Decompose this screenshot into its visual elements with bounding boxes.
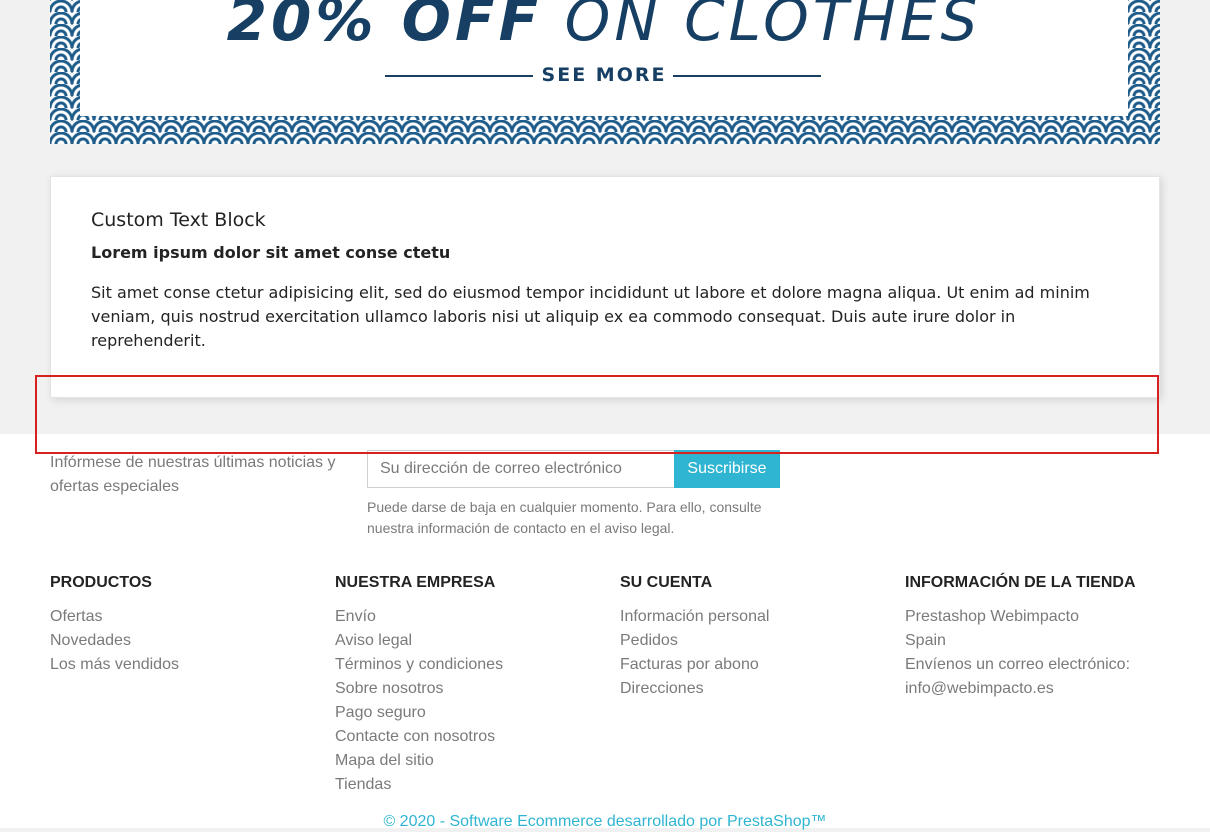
promo-banner-panel: 20% OFF ON CLOTHES SEE MORE [80, 0, 1128, 116]
store-email-link[interactable]: info@webimpacto.es [905, 677, 1136, 701]
subscribe-button[interactable]: Suscribirse [674, 450, 780, 488]
promo-headline-bold: 20% OFF [226, 0, 543, 54]
footer-column-title: INFORMACIÓN DE LA TIENDA [905, 574, 1136, 591]
footer-column-cuenta: SU CUENTA Información personal Pedidos F… [620, 573, 769, 701]
footer-column-title: NUESTRA EMPRESA [335, 574, 496, 591]
footer-link[interactable]: Los más vendidos [50, 653, 179, 677]
footer-link[interactable]: Aviso legal [335, 629, 503, 653]
footer-link[interactable]: Envío [335, 605, 503, 629]
footer-link[interactable]: Ofertas [50, 605, 179, 629]
promo-headline: 20% OFF ON CLOTHES [80, 0, 1128, 54]
store-country: Spain [905, 632, 946, 649]
footer-link[interactable]: Mapa del sitio [335, 749, 503, 773]
footer-link[interactable]: Sobre nosotros [335, 677, 503, 701]
footer-column-tienda: INFORMACIÓN DE LA TIENDA Prestashop Webi… [905, 573, 1136, 701]
footer-link[interactable]: Facturas por abono [620, 653, 769, 677]
newsletter-note: Puede darse de baja en cualquier momento… [367, 499, 762, 536]
footer-link[interactable]: Términos y condiciones [335, 653, 503, 677]
footer-link[interactable]: Pago seguro [335, 701, 503, 725]
custom-block-title: Custom Text Block [91, 209, 266, 231]
footer-link[interactable]: Pedidos [620, 629, 769, 653]
custom-block-subtitle: Lorem ipsum dolor sit amet conse ctetu [91, 243, 451, 262]
footer-column-title[interactable]: SU CUENTA [620, 573, 769, 597]
promo-headline-light: ON CLOTHES [564, 0, 982, 54]
footer-column-title: PRODUCTOS [50, 574, 152, 591]
footer-column-empresa: NUESTRA EMPRESA Envío Aviso legal Términ… [335, 573, 503, 797]
newsletter-email-input[interactable] [367, 450, 675, 488]
footer-link[interactable]: Contacte con nosotros [335, 725, 503, 749]
custom-text-block: Custom Text Block Lorem ipsum dolor sit … [50, 176, 1160, 398]
promo-banner[interactable]: 20% OFF ON CLOTHES SEE MORE [50, 0, 1160, 144]
footer-link[interactable]: Novedades [50, 629, 179, 653]
custom-block-paragraph: Sit amet conse ctetur adipisicing elit, … [91, 283, 1090, 350]
footer-link[interactable]: Direcciones [620, 677, 769, 701]
footer-link[interactable]: Tiendas [335, 773, 503, 797]
store-email-label: Envíenos un correo electrónico: [905, 656, 1131, 673]
newsletter-description: Infórmese de nuestras últimas noticias y… [50, 454, 336, 495]
store-name: Prestashop Webimpacto [905, 608, 1080, 625]
footer-column-productos: PRODUCTOS Ofertas Novedades Los más vend… [50, 573, 179, 677]
footer-link[interactable]: Información personal [620, 605, 769, 629]
see-more-link[interactable]: SEE MORE [80, 64, 1128, 86]
copyright-link[interactable]: © 2020 - Software Ecommerce desarrollado… [0, 812, 1210, 832]
